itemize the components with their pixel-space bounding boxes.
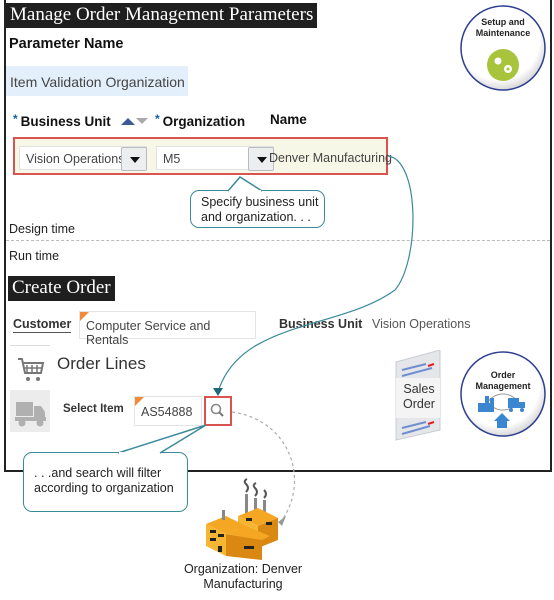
shopping-cart-icon [18,358,45,381]
design-time-label: Design time [9,222,75,236]
required-marker: * [13,112,18,126]
column-header-organization: * Organization [155,112,245,129]
business-unit-dropdown-button[interactable] [121,147,147,171]
sales-order-line1: Sales [403,382,435,396]
business-unit-header-label: Business Unit [20,114,111,129]
organization-header-label: Organization [162,114,246,129]
search-callout-line1: . . .and search will filter [34,466,162,480]
setup-badge-label: Setup and Maintenance [475,17,531,39]
sales-order-line2: Order [403,397,435,411]
parameter-name-header: Parameter Name [9,36,124,52]
business-unit-row: Vision Operations M5 Denver Manufacturin… [13,137,392,175]
select-item-label: Select Item [63,403,124,415]
item-search-button[interactable] [204,396,232,426]
specify-callout-line1: Specify business unit [201,195,319,209]
factory-icon [206,478,278,560]
parameter-row-item-validation-org[interactable]: Item Validation Organization [6,66,188,96]
page-title: Manage Order Management Parameters [6,3,318,28]
organization-select[interactable]: M5 [156,146,274,171]
sort-ascending-icon[interactable] [120,118,135,125]
column-header-name: Name [270,112,307,127]
order-management-badge-label: Order Management [473,370,533,392]
order-lines-title: Order Lines [57,354,146,373]
om-badge-line2: Management [475,381,531,391]
section-separator [10,345,50,346]
select-item-value: AS54888 [141,405,193,419]
om-badge-line1: Order [490,370,516,380]
select-item-field[interactable]: AS54888 [134,396,202,426]
sort-descending-icon[interactable] [135,118,148,124]
setup-badge-line1: Setup and [481,17,525,27]
truck-icon-tile [10,390,50,432]
phase-divider [6,240,550,241]
sales-order-label: Sales Order [396,382,442,412]
business-unit-select[interactable]: Vision Operations [19,146,147,171]
business-unit-select-value: Vision Operations [26,152,125,166]
organization-select-value: M5 [163,152,181,166]
organization-caption: Organization: Denver Manufacturing [178,562,308,592]
create-order-business-unit-value: Vision Operations [372,317,471,331]
organization-name-value: Denver Manufacturing [269,151,392,165]
required-marker: * [155,112,160,126]
run-time-label: Run time [9,249,60,263]
search-callout: . . .and search will filter according to… [23,452,188,512]
customer-field[interactable]: Computer Service and Rentals [79,311,256,347]
search-icon [210,403,224,417]
org-caption-line1: Organization: Denver [183,562,303,576]
customer-label: Customer [13,317,72,333]
specify-callout-line2: and organization. . . [201,210,311,224]
search-callout-line2: according to organization [34,481,174,495]
org-caption-line2: Manufacturing [203,577,283,591]
column-header-business-unit[interactable]: * Business Unit [13,112,148,129]
truck-icon [15,402,46,427]
specify-callout: Specify business unit and organization. … [190,190,325,228]
setup-badge-line2: Maintenance [475,28,531,38]
parameter-value: Item Validation Organization [10,74,185,90]
create-order-business-unit-label: Business Unit [279,317,363,331]
create-order-title: Create Order [8,276,115,301]
